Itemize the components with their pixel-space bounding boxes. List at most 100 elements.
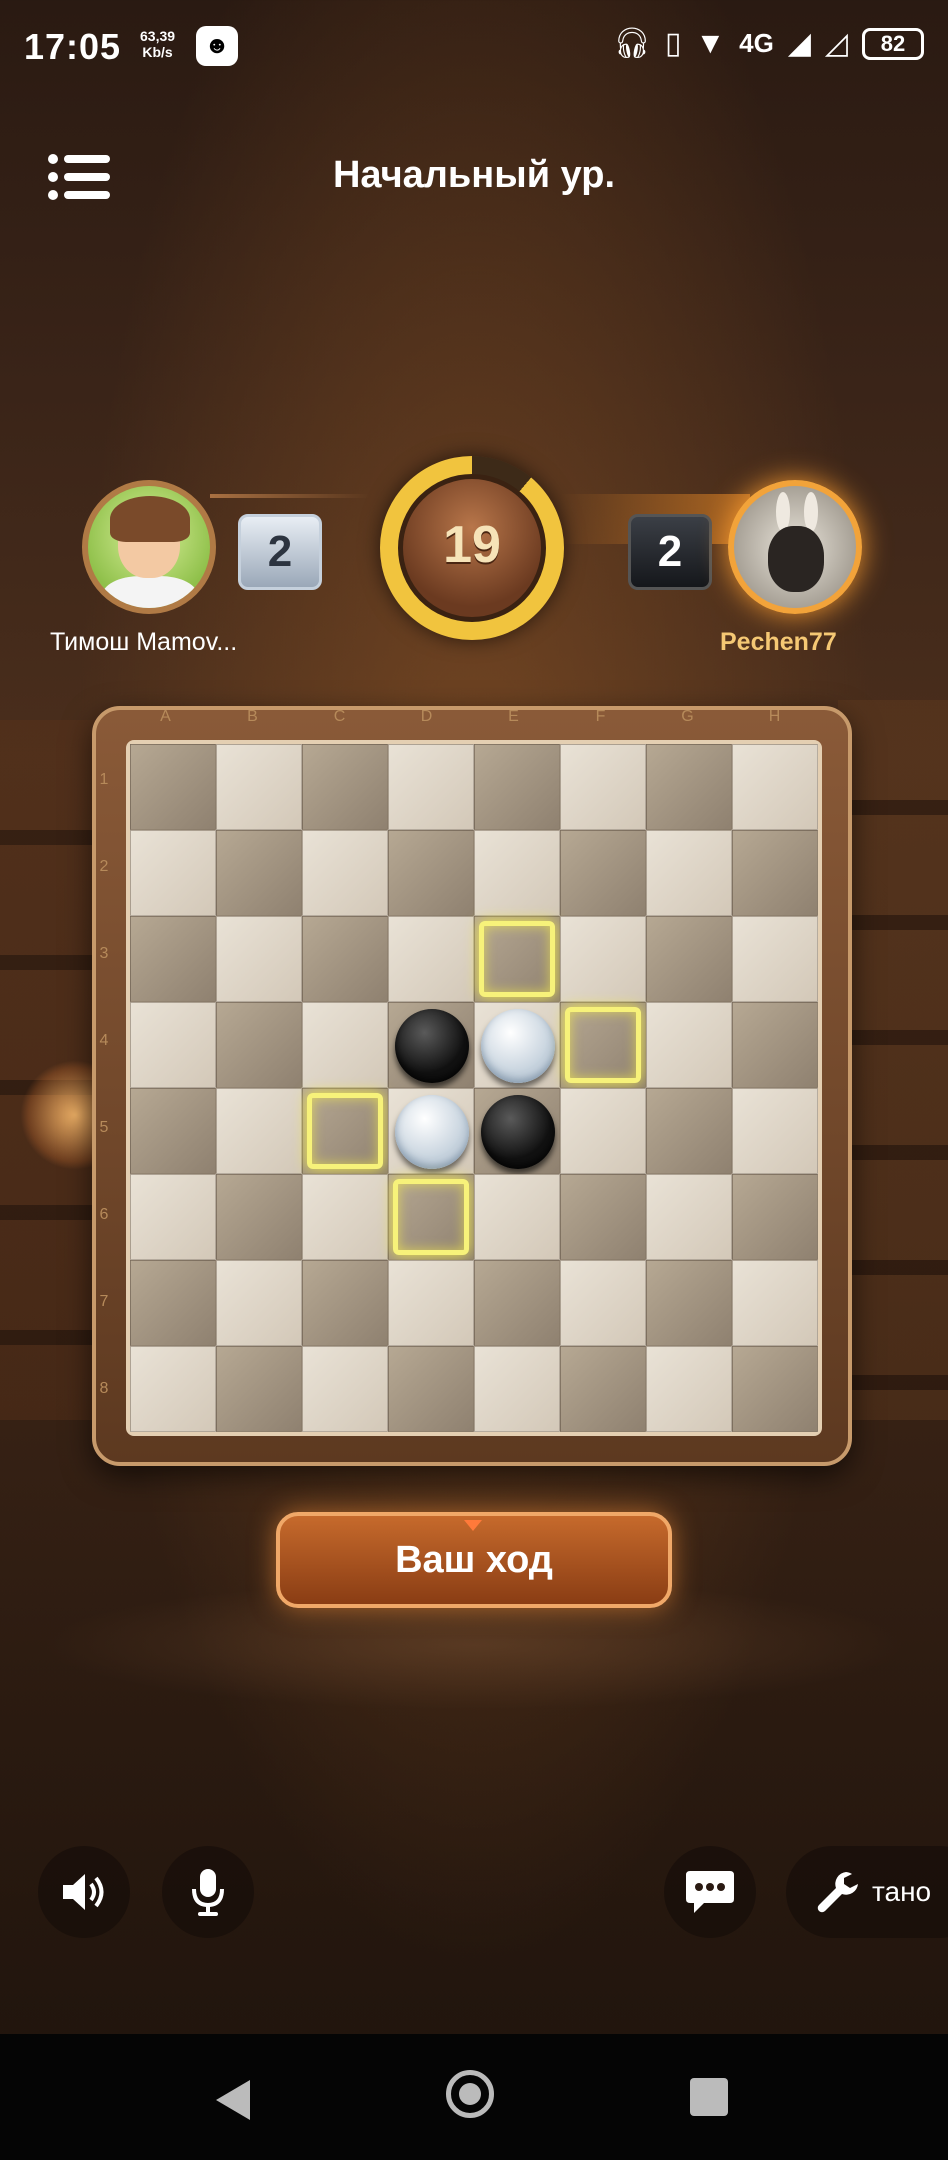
board-cell[interactable] <box>130 830 216 916</box>
board-cell[interactable] <box>130 1260 216 1346</box>
board-grid <box>130 744 818 1432</box>
board-cell[interactable] <box>388 830 474 916</box>
board-cell[interactable] <box>560 1088 646 1174</box>
board-cell[interactable] <box>474 1002 560 1088</box>
back-icon[interactable] <box>216 2080 250 2120</box>
board-cell[interactable] <box>216 744 302 830</box>
board-cell[interactable] <box>732 1346 818 1432</box>
board-cell[interactable] <box>302 830 388 916</box>
board-cell[interactable] <box>130 744 216 830</box>
board-cell[interactable] <box>560 744 646 830</box>
status-icons: 🎧︎ ▯ ▼ 4G ◢ ◿ 82 <box>613 26 924 61</box>
board-cell[interactable] <box>302 916 388 1002</box>
turn-timer: 19 <box>380 456 564 640</box>
board-cell[interactable] <box>216 1174 302 1260</box>
headphones-icon: 🎧︎ <box>612 27 651 60</box>
home-icon[interactable] <box>446 2070 494 2118</box>
board-cell[interactable] <box>560 916 646 1002</box>
chat-icon <box>686 1871 734 1913</box>
board-cell[interactable] <box>130 1088 216 1174</box>
recent-apps-icon[interactable] <box>690 2078 728 2116</box>
board-cell[interactable] <box>302 1002 388 1088</box>
board-cell[interactable] <box>302 1174 388 1260</box>
board-cell[interactable] <box>216 830 302 916</box>
board-cell[interactable] <box>216 1002 302 1088</box>
board-cell[interactable] <box>646 830 732 916</box>
board-cell[interactable] <box>560 1260 646 1346</box>
column-labels: A B C D E F G H <box>122 708 818 728</box>
board-cell[interactable] <box>646 916 732 1002</box>
row-label: 8 <box>99 1380 109 1397</box>
board-cell[interactable] <box>216 916 302 1002</box>
board-cell[interactable] <box>388 1260 474 1346</box>
board-cell[interactable] <box>732 744 818 830</box>
board-cell[interactable] <box>732 1002 818 1088</box>
chat-button[interactable] <box>664 1846 756 1938</box>
game-board <box>126 740 822 1436</box>
board-cell[interactable] <box>732 916 818 1002</box>
board-cell[interactable] <box>560 1174 646 1260</box>
board-cell[interactable] <box>474 1260 560 1346</box>
row-label: 1 <box>99 771 109 788</box>
board-cell[interactable] <box>216 1088 302 1174</box>
column-label: F <box>595 708 606 725</box>
app-notification-icon: ☻ <box>196 26 238 66</box>
board-cell[interactable] <box>646 1088 732 1174</box>
board-cell[interactable] <box>560 1346 646 1432</box>
wrench-icon <box>817 1872 858 1913</box>
board-cell[interactable] <box>474 1174 560 1260</box>
system-nav-bar <box>0 2034 948 2160</box>
net-speed: 63,39 Kb/s <box>140 28 175 60</box>
board-cell[interactable] <box>646 1174 732 1260</box>
board-cell[interactable] <box>388 1088 474 1174</box>
no-signal-icon: ◿ <box>824 27 848 60</box>
valid-move-cell[interactable] <box>560 1002 646 1088</box>
board-cell[interactable] <box>130 1346 216 1432</box>
board-cell[interactable] <box>216 1260 302 1346</box>
board-cell[interactable] <box>646 1260 732 1346</box>
row-labels: 1 2 3 4 5 6 7 8 <box>94 736 114 1432</box>
row-label: 6 <box>99 1206 109 1223</box>
board-cell[interactable] <box>732 1260 818 1346</box>
tool-label: тано <box>872 1876 932 1907</box>
board-cell[interactable] <box>732 1088 818 1174</box>
board-cell[interactable] <box>732 1174 818 1260</box>
valid-move-cell[interactable] <box>302 1088 388 1174</box>
board-cell[interactable] <box>302 744 388 830</box>
microphone-button[interactable] <box>162 1846 254 1938</box>
right-player-avatar[interactable] <box>728 480 862 614</box>
left-player-score: 2 <box>238 514 322 590</box>
valid-move-cell[interactable] <box>388 1174 474 1260</box>
board-cell[interactable] <box>216 1346 302 1432</box>
sound-button[interactable] <box>38 1846 130 1938</box>
settings-tool-button[interactable]: тано <box>786 1846 948 1938</box>
board-cell[interactable] <box>732 830 818 916</box>
valid-move-cell[interactable] <box>474 916 560 1002</box>
board-cell[interactable] <box>130 1174 216 1260</box>
board-cell[interactable] <box>130 1002 216 1088</box>
board-cell[interactable] <box>302 1346 388 1432</box>
column-label: G <box>681 708 694 725</box>
board-cell[interactable] <box>474 1346 560 1432</box>
board-cell[interactable] <box>130 916 216 1002</box>
left-player-name: Тимош Mamov... <box>50 628 238 656</box>
board-cell[interactable] <box>474 1088 560 1174</box>
board-cell[interactable] <box>388 1346 474 1432</box>
board-cell[interactable] <box>388 744 474 830</box>
speaker-icon <box>63 1874 104 1910</box>
microphone-icon <box>192 1869 224 1916</box>
bookshelf-right <box>838 700 948 1420</box>
board-cell[interactable] <box>474 744 560 830</box>
board-cell[interactable] <box>646 1002 732 1088</box>
left-player-avatar[interactable] <box>82 480 216 614</box>
black-piece <box>395 1009 469 1083</box>
board-cell[interactable] <box>388 1002 474 1088</box>
board-cell[interactable] <box>646 744 732 830</box>
timer-seconds: 19 <box>443 516 501 574</box>
row-label: 2 <box>99 858 109 875</box>
board-cell[interactable] <box>560 830 646 916</box>
board-cell[interactable] <box>388 916 474 1002</box>
board-cell[interactable] <box>474 830 560 916</box>
board-cell[interactable] <box>646 1346 732 1432</box>
board-cell[interactable] <box>302 1260 388 1346</box>
